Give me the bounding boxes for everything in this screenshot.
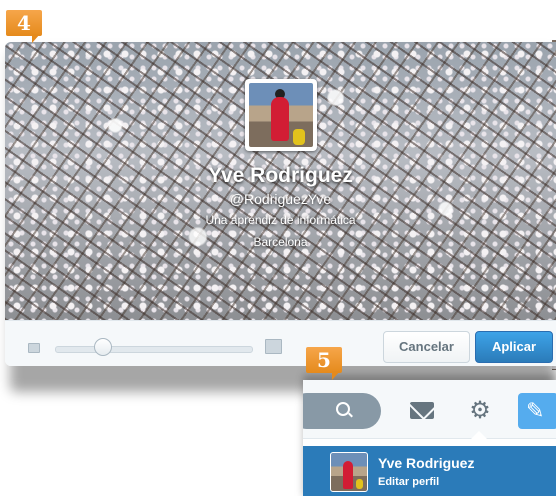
compose-icon: ✎	[526, 398, 545, 423]
dropdown-pointer	[471, 431, 487, 439]
avatar-photo	[249, 83, 313, 147]
profile-bio: Una aprendiz de informática	[205, 213, 356, 227]
zoom-slider[interactable]	[55, 346, 253, 353]
avatar	[330, 452, 368, 492]
compose-button[interactable]: ✎	[518, 393, 556, 429]
profile-name: Yve Rodriguez	[208, 164, 353, 187]
image-crop-toolbar: Cancelar Aplicar	[5, 320, 556, 366]
zoom-slider-thumb[interactable]	[93, 338, 112, 356]
edit-profile-link[interactable]: Editar perfil	[378, 476, 439, 488]
profile-header-editor: Yve Rodriguez @RodriguezYve Una aprendiz…	[5, 42, 556, 366]
step-badge-4: 4	[6, 10, 42, 43]
mail-icon[interactable]	[410, 402, 434, 419]
top-nav-crop: ⚙ ✎ Yve Rodriguez Editar perfil	[303, 380, 556, 496]
dropdown-profile-name: Yve Rodriguez	[378, 455, 475, 471]
apply-button[interactable]: Aplicar	[475, 331, 553, 363]
nav-bar: ⚙ ✎	[303, 380, 556, 439]
cancel-button[interactable]: Cancelar	[383, 331, 470, 363]
dropdown-profile-item[interactable]: Yve Rodriguez Editar perfil	[303, 446, 556, 496]
zoom-out-image-icon	[28, 343, 40, 353]
profile-location: Barcelona	[253, 235, 308, 249]
search-icon	[336, 402, 350, 416]
profile-handle: @RodriguezYve	[229, 191, 332, 207]
search-box[interactable]	[303, 393, 381, 429]
step-badge-5: 5	[306, 347, 342, 380]
header-image[interactable]: Yve Rodriguez @RodriguezYve Una aprendiz…	[5, 42, 556, 320]
avatar[interactable]	[245, 79, 317, 151]
zoom-in-image-icon	[265, 339, 282, 354]
gear-icon[interactable]: ⚙	[468, 399, 492, 423]
